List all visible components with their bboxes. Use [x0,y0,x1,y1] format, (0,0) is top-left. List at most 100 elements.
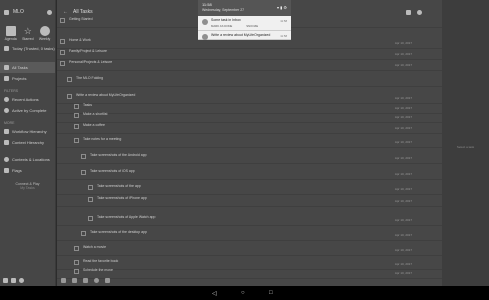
task-checkbox[interactable] [67,94,72,99]
history-icon [4,97,9,102]
menu-icon[interactable] [61,277,66,283]
star-icon: ☆ [23,26,32,36]
sidebar-item-all-tasks[interactable]: All Tasks [0,62,55,73]
location-icon [4,157,9,162]
tree-icon [4,129,9,134]
task-row[interactable]: Take screenshots of the desktop app Apr 1… [57,228,442,241]
task-title: Watch a movie [83,245,107,249]
task-checkbox[interactable] [60,61,65,66]
notification-actions: MARK AS DONE SNOOZE [211,24,287,28]
settings-icon[interactable] [47,9,52,15]
task-checkbox[interactable] [88,197,93,202]
task-row[interactable]: Make a coffee Apr 10, 2017 [57,121,442,134]
sidebar-item-active[interactable]: Active by Complete [0,105,55,116]
filter-icon[interactable] [406,9,411,15]
task-row[interactable]: The MLO Folding [57,74,442,87]
hamburger-icon[interactable] [4,9,9,15]
task-title: Take screenshots of Apple Watch app [97,215,156,219]
task-checkbox[interactable] [74,113,79,118]
task-checkbox[interactable] [60,39,65,44]
task-date: Apr 10, 2017 [394,63,412,67]
task-checkbox[interactable] [81,154,86,159]
task-title: Read the favorite book [83,259,119,263]
task-date: Apr 10, 2017 [394,115,412,119]
sidebar-item-context-hierarchy[interactable]: Context Hierarchy [0,137,55,148]
task-title: Take screenshots of iPhone app [97,196,147,200]
task-title: Schedule the move [83,268,113,272]
copy-icon[interactable] [83,277,88,283]
task-checkbox[interactable] [81,170,86,175]
settings-icon[interactable] [19,278,24,283]
smart-filter-agenda[interactable]: Agenda [5,26,17,41]
smart-filter-starred[interactable]: ☆ Starred [22,26,33,41]
task-row[interactable]: Take screenshots of iOS app Apr 10, 2017 [57,167,442,180]
task-title: Make a shortlist [83,112,108,116]
snooze-button[interactable]: SNOOZE [246,24,258,28]
task-date: Apr 10, 2017 [394,187,412,191]
task-row[interactable]: Take screenshots of iPhone app Apr 10, 20… [57,194,442,207]
list-icon [4,65,9,70]
settings-icon[interactable]: ⚙ [283,5,287,10]
task-date: Apr 10, 2017 [394,140,412,144]
sort-icon[interactable] [105,277,110,283]
app-icon [202,19,208,25]
task-date: Apr 10, 2017 [394,96,412,100]
home-icon[interactable]: ○ [241,290,245,296]
sidebar-item-projects[interactable]: Projects [0,73,55,84]
task-row[interactable]: Take screenshots of the Android app Apr 1… [57,151,442,164]
search-icon[interactable] [417,9,422,15]
mark-done-button[interactable]: MARK AS DONE [211,24,232,28]
task-date: Apr 10, 2017 [394,156,412,160]
task-row[interactable]: Watch a movie Apr 10, 2017 [57,243,442,256]
calendar-icon[interactable] [72,277,77,283]
recents-icon[interactable]: □ [269,290,273,296]
back-icon[interactable]: ◁ [212,290,217,297]
task-checkbox[interactable] [60,50,65,55]
task-title: Write a review about MyLifeOrganized [76,93,136,97]
task-title: Take screenshots of the desktop app [90,230,148,234]
task-date: Apr 10, 2017 [394,41,412,45]
task-title: Family/Project & Leisure [69,49,107,53]
sidebar-item-contexts[interactable]: Contexts & Locations [0,154,55,165]
battery-icon: ▮ [280,5,283,10]
system-icons: ▾ ▮ ⚙ [277,5,287,10]
task-checkbox[interactable] [74,246,79,251]
sidebar-item-recent[interactable]: Recent Actions [0,94,55,105]
connect-block[interactable]: Connect & Play My Tasks [0,182,55,190]
task-checkbox[interactable] [88,185,93,190]
sidebar-item-today[interactable]: Today (Trusted, 0 tasks) [0,43,55,54]
drawer-footer [3,278,24,283]
task-checkbox[interactable] [67,77,72,82]
task-title: Personal/Projects & Leisure [69,60,113,64]
task-row[interactable]: Take notes for a meeting Apr 10, 2017 [57,135,442,148]
task-date: Apr 10, 2017 [394,52,412,56]
android-screen: MLO Agenda ☆ Starred Weekly Today (Trust… [0,0,489,300]
task-checkbox[interactable] [74,260,79,265]
task-checkbox[interactable] [74,138,79,143]
task-title: Take screenshots of the Android app [90,153,147,157]
sidebar-item-workflow[interactable]: Workflow Hierarchy [0,126,55,137]
today-icon [4,46,9,51]
notification-shade: 11:58 Wednesday, September 27 ▾ ▮ ⚙ Some… [198,0,291,60]
status-header: 11:58 Wednesday, September 27 ▾ ▮ ⚙ [198,0,291,16]
add-icon[interactable] [11,278,16,283]
task-row[interactable]: Take screenshots of Apple Watch app Apr 1… [57,213,442,226]
task-date: Apr 10, 2017 [394,126,412,130]
view-icon[interactable] [94,277,99,283]
flag-icon [4,168,9,173]
task-checkbox[interactable] [60,18,65,23]
smart-filter-weekly[interactable]: Weekly [39,26,50,41]
task-checkbox[interactable] [81,231,86,236]
nav-drawer: MLO Agenda ☆ Starred Weekly Today (Trust… [0,0,56,286]
task-checkbox[interactable] [74,104,79,109]
sync-icon[interactable] [3,278,8,283]
task-date: Apr 10, 2017 [394,199,412,203]
task-title: Take notes for a meeting [83,137,122,141]
task-checkbox[interactable] [74,124,79,129]
task-title: Getting Started [69,17,93,21]
sidebar-item-flags[interactable]: Flags [0,165,55,176]
task-checkbox[interactable] [88,216,93,221]
notification-review[interactable]: Write a review about MyLifeOrganized 11:… [198,31,291,40]
task-date: Apr 10, 2017 [394,248,412,252]
notification-inbox[interactable]: Some task in Inbox 11:58 MARK AS DONE SN… [198,16,291,31]
